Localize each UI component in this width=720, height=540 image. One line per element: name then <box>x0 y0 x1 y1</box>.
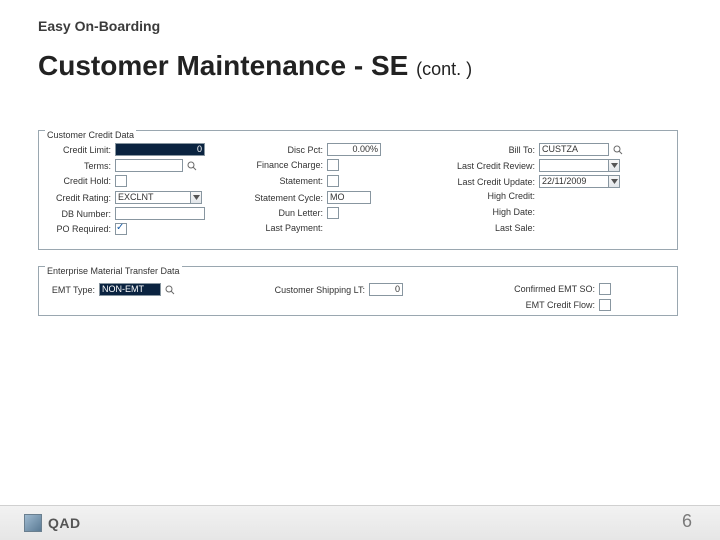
credit-limit-field[interactable]: 0 <box>115 143 205 156</box>
bill-to-lookup-icon[interactable] <box>611 143 624 156</box>
emt-legend: Enterprise Material Transfer Data <box>45 266 182 276</box>
bill-to-field[interactable]: CUSTZA <box>539 143 609 156</box>
last-payment-label: Last Payment: <box>239 223 327 233</box>
statement-cycle-label: Statement Cycle: <box>239 193 327 203</box>
footer-bar: QAD <box>0 506 720 540</box>
emt-type-label: EMT Type: <box>39 285 99 295</box>
last-credit-review-dropdown-icon[interactable] <box>609 159 620 172</box>
terms-label: Terms: <box>39 161 115 171</box>
brand-logo: QAD <box>24 514 81 532</box>
statement-checkbox[interactable] <box>327 175 339 187</box>
last-sale-label: Last Sale: <box>439 223 539 233</box>
po-required-checkbox[interactable] <box>115 223 127 235</box>
cust-ship-lt-label: Customer Shipping LT: <box>259 285 369 295</box>
emt-credit-flow-label: EMT Credit Flow: <box>489 300 599 310</box>
disc-pct-field[interactable]: 0.00% <box>327 143 381 156</box>
statement-label: Statement: <box>239 176 327 186</box>
finance-charge-checkbox[interactable] <box>327 159 339 171</box>
page-title-cont: (cont. ) <box>416 59 472 79</box>
emt-credit-flow-checkbox[interactable] <box>599 299 611 311</box>
last-credit-review-field[interactable] <box>539 159 609 172</box>
page-title: Customer Maintenance - SE (cont. ) <box>38 50 472 82</box>
confirmed-emt-so-label: Confirmed EMT SO: <box>489 284 599 294</box>
customer-credit-panel: Customer Credit Data Credit Limit: 0 Ter… <box>38 130 678 250</box>
db-number-field[interactable] <box>115 207 205 220</box>
last-credit-update-label: Last Credit Update: <box>439 177 539 187</box>
last-credit-update-field[interactable]: 22/11/2009 <box>539 175 609 188</box>
po-required-label: PO Required: <box>39 224 115 234</box>
terms-lookup-icon[interactable] <box>185 159 198 172</box>
page-number: 6 <box>682 511 692 532</box>
credit-rating-label: Credit Rating: <box>39 193 115 203</box>
brand-logo-text: QAD <box>48 515 81 531</box>
page-title-main: Customer Maintenance - SE <box>38 50 408 81</box>
credit-hold-label: Credit Hold: <box>39 176 115 186</box>
terms-field[interactable] <box>115 159 183 172</box>
last-credit-update-dropdown-icon[interactable] <box>609 175 620 188</box>
high-date-label: High Date: <box>439 207 539 217</box>
finance-charge-label: Finance Charge: <box>239 160 327 170</box>
credit-hold-checkbox[interactable] <box>115 175 127 187</box>
high-credit-label: High Credit: <box>439 191 539 201</box>
emt-type-lookup-icon[interactable] <box>163 283 176 296</box>
db-number-label: DB Number: <box>39 209 115 219</box>
credit-rating-field[interactable]: EXCLNT <box>115 191 191 204</box>
cust-ship-lt-field[interactable]: 0 <box>369 283 403 296</box>
dun-letter-label: Dun Letter: <box>239 208 327 218</box>
brand-logo-icon <box>24 514 42 532</box>
statement-cycle-field[interactable]: MO <box>327 191 371 204</box>
last-credit-review-label: Last Credit Review: <box>439 161 539 171</box>
dun-letter-checkbox[interactable] <box>327 207 339 219</box>
emt-type-field[interactable]: NON-EMT <box>99 283 161 296</box>
topic-label: Easy On-Boarding <box>38 18 160 34</box>
emt-panel: Enterprise Material Transfer Data EMT Ty… <box>38 266 678 316</box>
disc-pct-label: Disc Pct: <box>239 145 327 155</box>
credit-legend: Customer Credit Data <box>45 130 136 140</box>
credit-limit-label: Credit Limit: <box>39 145 115 155</box>
confirmed-emt-so-checkbox[interactable] <box>599 283 611 295</box>
bill-to-label: Bill To: <box>439 145 539 155</box>
credit-rating-dropdown-icon[interactable] <box>191 191 202 204</box>
